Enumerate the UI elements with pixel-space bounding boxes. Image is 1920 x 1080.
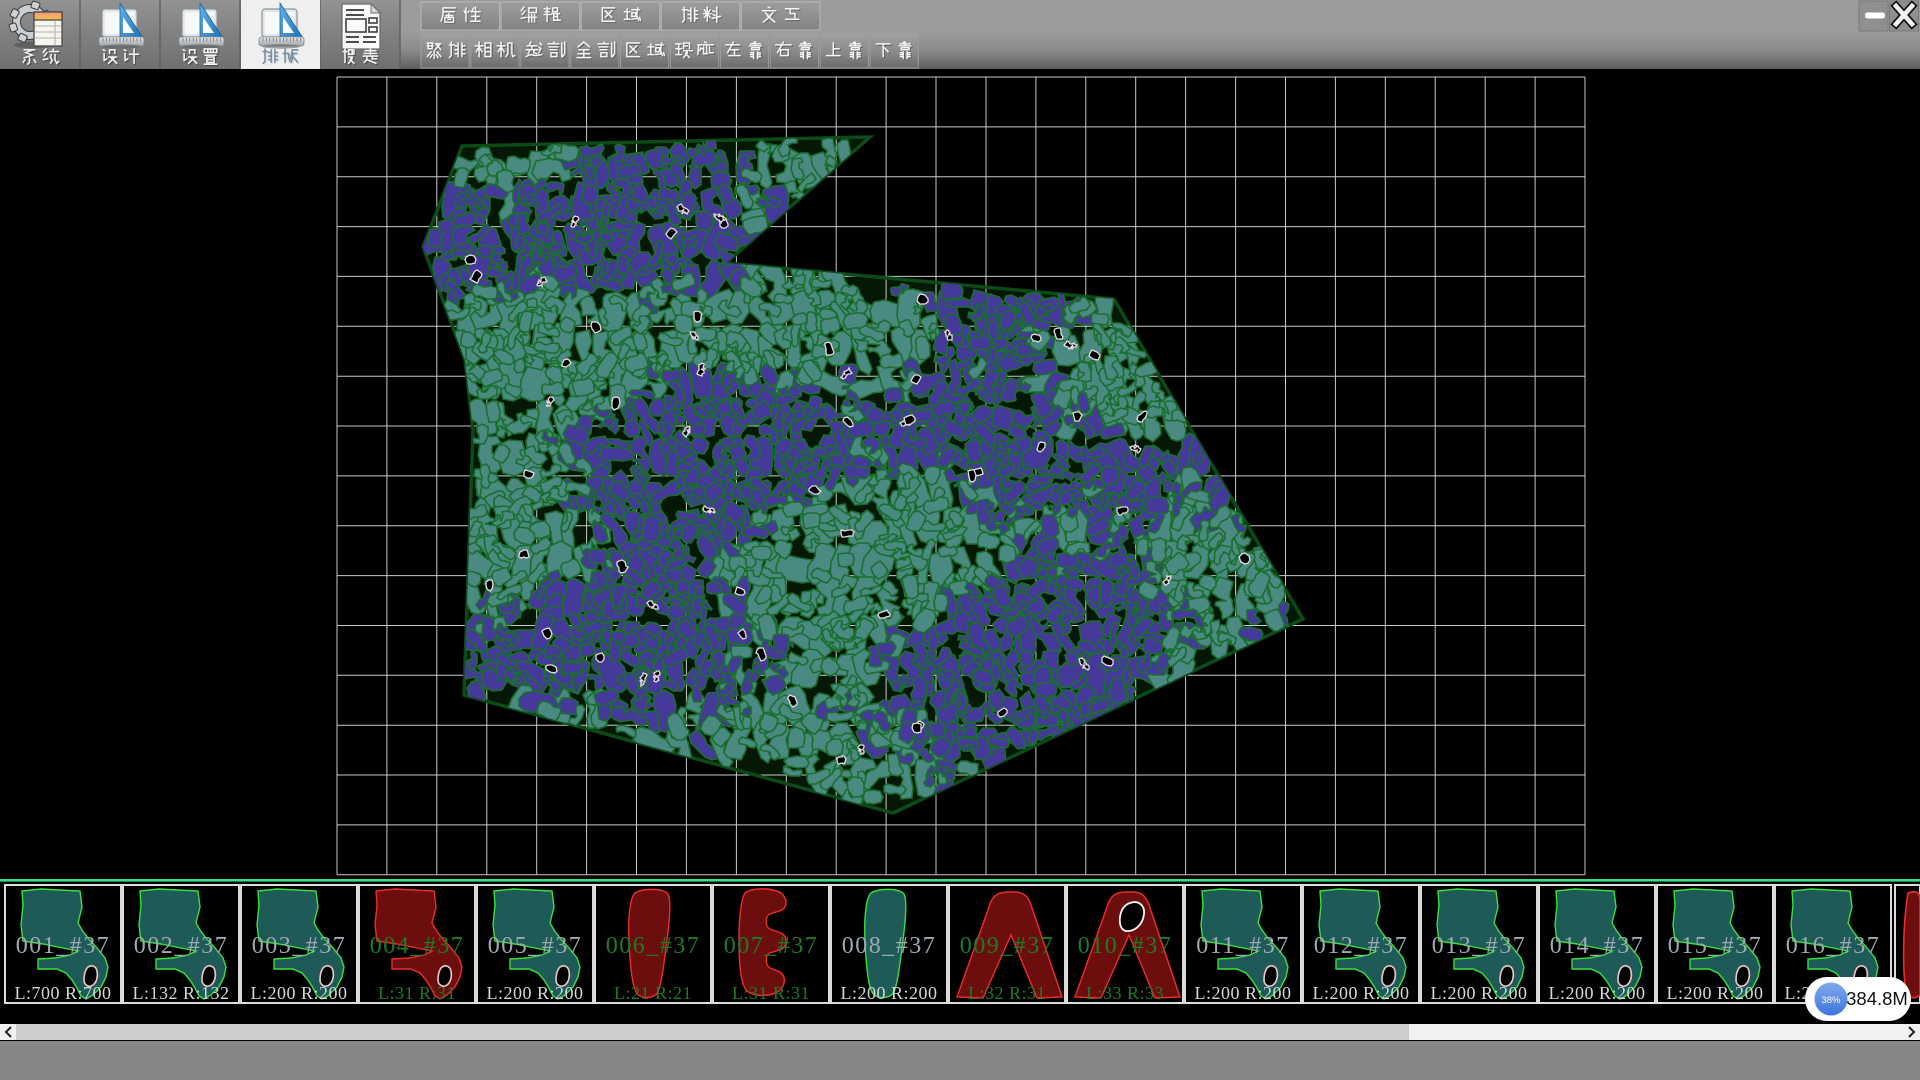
svg-text:013_#37: 013_#37 xyxy=(1432,933,1527,959)
svg-text:L:700 R:700: L:700 R:700 xyxy=(14,983,111,1003)
svg-text:006_#37: 006_#37 xyxy=(606,933,701,959)
svg-text:002_#37: 002_#37 xyxy=(134,933,229,959)
svg-text:005_#37: 005_#37 xyxy=(488,933,583,959)
svg-text:016_#37: 016_#37 xyxy=(1786,933,1881,959)
svg-text:008_#37: 008_#37 xyxy=(842,933,937,959)
svg-text:L:200 R:200: L:200 R:200 xyxy=(1312,983,1409,1003)
svg-text:L:132 R:132: L:132 R:132 xyxy=(132,983,229,1003)
svg-text:L:200 R:200: L:200 R:200 xyxy=(840,983,937,1003)
svg-text:010_#37: 010_#37 xyxy=(1078,933,1173,959)
svg-text:L:33 R:33: L:33 R:33 xyxy=(1086,983,1164,1003)
svg-text:L:200 R:200: L:200 R:200 xyxy=(486,983,583,1003)
svg-text:015_#37: 015_#37 xyxy=(1668,933,1763,959)
svg-text:384.8M: 384.8M xyxy=(1846,988,1908,1009)
svg-text:L:200 R:200: L:200 R:200 xyxy=(1194,983,1291,1003)
svg-text:L:200 R:200: L:200 R:200 xyxy=(250,983,347,1003)
svg-text:011_#37: 011_#37 xyxy=(1196,933,1290,959)
svg-text:L:31 R:31: L:31 R:31 xyxy=(732,983,810,1003)
svg-text:L:200 R:200: L:200 R:200 xyxy=(1666,983,1763,1003)
svg-text:007_#37: 007_#37 xyxy=(724,933,819,959)
svg-text:009_#37: 009_#37 xyxy=(960,933,1055,959)
svg-text:L:32 R:31: L:32 R:31 xyxy=(968,983,1046,1003)
svg-text:004_#37: 004_#37 xyxy=(370,933,465,959)
svg-text:012_#37: 012_#37 xyxy=(1314,933,1409,959)
svg-text:L:200 R:200: L:200 R:200 xyxy=(1430,983,1527,1003)
svg-text:001_#37: 001_#37 xyxy=(16,933,111,959)
svg-text:38%: 38% xyxy=(1821,995,1841,1006)
svg-text:014_#37: 014_#37 xyxy=(1550,933,1645,959)
svg-text:L:21 R:21: L:21 R:21 xyxy=(614,983,692,1003)
svg-text:L:200 R:200: L:200 R:200 xyxy=(1548,983,1645,1003)
svg-text:L:31 R:31: L:31 R:31 xyxy=(378,983,456,1003)
svg-text:003_#37: 003_#37 xyxy=(252,933,347,959)
